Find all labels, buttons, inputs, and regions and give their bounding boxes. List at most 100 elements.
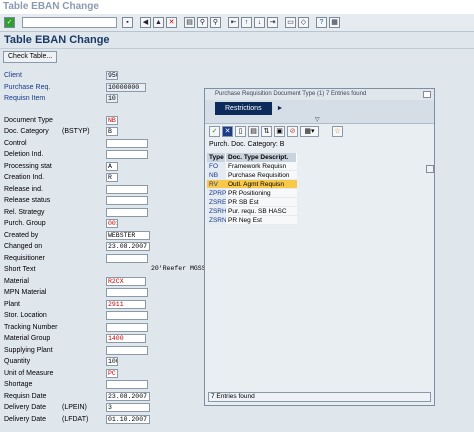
exit-icon[interactable]: ▲ <box>153 17 164 28</box>
popup-status: 7 Entries found <box>208 392 431 402</box>
customize-icon[interactable]: ▦ <box>329 17 340 28</box>
tab-scroll-left-icon[interactable]: ◄ <box>265 104 275 113</box>
field-input[interactable] <box>106 196 148 205</box>
continue-icon[interactable]: ✓ <box>209 126 220 137</box>
field-input[interactable] <box>106 185 148 194</box>
field-label: Shortage <box>4 381 33 388</box>
minimize-icon[interactable] <box>423 91 431 98</box>
field-label: Created by <box>4 232 39 239</box>
field-input[interactable]: R2CX <box>106 277 146 286</box>
field-input[interactable]: A <box>106 162 118 171</box>
field-input[interactable]: 10 <box>106 94 118 103</box>
back-icon[interactable]: ◀ <box>140 17 151 28</box>
detail-icon[interactable]: ▤ <box>248 126 259 137</box>
field-input[interactable] <box>106 323 148 332</box>
enter-icon[interactable]: ✓ <box>4 17 15 28</box>
cancel-icon[interactable]: ✕ <box>166 17 177 28</box>
print-icon[interactable]: ▣ <box>274 126 285 137</box>
grid-cell-type[interactable]: ZSRE <box>207 198 226 207</box>
sort-icon[interactable]: ⇅ <box>261 126 272 137</box>
new-session-icon[interactable]: ▭ <box>285 17 296 28</box>
grid-cell-description[interactable]: Pur. requ. SB HASC <box>226 207 297 216</box>
field-technical-name: (LPEIN) <box>62 404 87 411</box>
field-input[interactable]: PC <box>106 369 118 378</box>
field-input[interactable] <box>106 208 148 217</box>
field-input[interactable]: 100 <box>106 357 118 366</box>
find-icon[interactable]: ⚲ <box>197 17 208 28</box>
grid-cell-type[interactable]: NB <box>207 171 226 180</box>
tab-restrictions[interactable]: Restrictions <box>215 102 272 115</box>
field-label: MPN Material <box>4 289 47 296</box>
field-input[interactable]: 23.08.2007 <box>106 392 150 401</box>
hide-icon[interactable]: ⊘ <box>287 126 298 137</box>
save-icon[interactable]: ▪ <box>122 17 133 28</box>
field-input[interactable]: NB <box>106 116 118 125</box>
field-input[interactable]: 950 <box>106 71 118 80</box>
check-table-button[interactable]: Check Table... <box>3 51 58 63</box>
column-header-type[interactable]: Type <box>207 153 226 162</box>
field-input[interactable] <box>106 380 148 389</box>
print-icon[interactable]: ▤ <box>184 17 195 28</box>
field-input[interactable]: B <box>106 127 118 136</box>
field-label: Material <box>4 278 29 285</box>
field-label: Requisitioner <box>4 255 45 262</box>
grid-cell-type[interactable]: ZPRP <box>207 189 226 198</box>
grid-cell-description[interactable]: PR Positioning <box>226 189 297 198</box>
field-input[interactable]: 2911 <box>106 300 146 309</box>
grid-cell-description[interactable]: PR SB Est <box>226 198 297 207</box>
grid-cell-type[interactable]: FO <box>207 162 226 171</box>
field-input[interactable]: R <box>106 173 118 182</box>
prev-page-icon[interactable]: ↑ <box>241 17 252 28</box>
shortcut-icon[interactable]: ◇ <box>298 17 309 28</box>
field-input[interactable] <box>106 346 148 355</box>
help-icon[interactable]: ? <box>316 17 327 28</box>
field-technical-name: (BSTYP) <box>62 128 90 135</box>
field-label: Unit of Measure <box>4 370 54 377</box>
last-page-icon[interactable]: ⇥ <box>267 17 278 28</box>
field-label: Doc. Category <box>4 128 49 135</box>
field-input[interactable]: 3 <box>106 403 150 412</box>
field-input[interactable]: 1400 <box>106 334 146 343</box>
field-input[interactable] <box>106 311 148 320</box>
view-icon[interactable]: ▦▾ <box>300 126 319 137</box>
field-input[interactable]: 10000000 <box>106 83 146 92</box>
field-label: Purch. Group <box>4 220 46 227</box>
personal-list-icon[interactable]: ☆ <box>332 126 343 137</box>
grid-cell-type[interactable]: ZSRH <box>207 207 227 216</box>
column-header-description[interactable]: Doc. Type Descript. <box>226 153 297 162</box>
field-input[interactable]: WEBSTER <box>106 231 150 240</box>
new-icon[interactable]: ▯ <box>235 126 246 137</box>
field-input[interactable]: 23.08.2007 <box>106 242 150 251</box>
collapse-arrow-icon[interactable]: ▽ <box>315 116 320 123</box>
field-input[interactable] <box>106 288 148 297</box>
field-input[interactable]: 001 <box>106 219 118 228</box>
field-label: Delivery Date <box>4 416 47 423</box>
restriction-info: Purch. Doc. Category: B <box>209 141 285 148</box>
window-title: Table EBAN Change <box>3 1 99 12</box>
field-label: Control <box>4 140 27 147</box>
grid-cell-type[interactable]: RV <box>207 180 226 189</box>
grid-cell-type[interactable]: ZSRN <box>207 216 227 225</box>
field-label: Tracking Number <box>4 324 58 331</box>
field-input[interactable] <box>106 150 148 159</box>
cancel-icon[interactable]: ✕ <box>222 126 233 137</box>
find-next-icon[interactable]: ⚲ <box>210 17 221 28</box>
field-input[interactable] <box>106 254 148 263</box>
field-input[interactable]: 01.10.2007 <box>106 415 150 424</box>
field-technical-name: (LFDAT) <box>62 416 89 423</box>
field-label: Processing stat <box>4 163 52 170</box>
grid-cell-description[interactable]: Purchase Requisition <box>226 171 297 180</box>
field-label: Purchase Req. <box>4 84 51 91</box>
command-field[interactable] <box>22 17 117 28</box>
grid-cell-description[interactable]: PR Neg Est <box>226 216 297 225</box>
field-label: Release ind. <box>4 186 43 193</box>
field-label: Deletion Ind. <box>4 151 44 158</box>
next-page-icon[interactable]: ↓ <box>254 17 265 28</box>
grid-cell-description[interactable]: Outl. Agmt Requisn <box>226 180 297 189</box>
first-page-icon[interactable]: ⇤ <box>228 17 239 28</box>
field-input[interactable] <box>106 139 148 148</box>
tab-scroll-right-icon[interactable]: ► <box>275 104 285 113</box>
grid-cell-description[interactable]: Framework Requisn <box>226 162 297 171</box>
field-label: Requisn Date <box>4 393 47 400</box>
grid-scroll-icon[interactable] <box>426 165 434 173</box>
